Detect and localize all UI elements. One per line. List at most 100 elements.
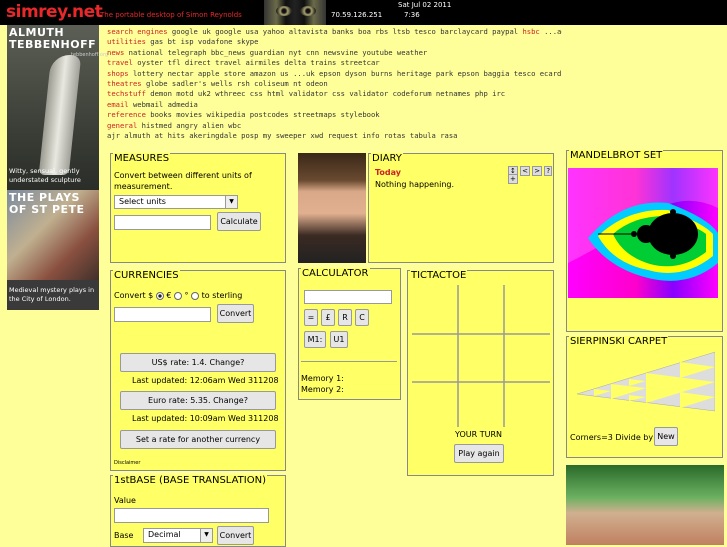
euro-rate-updated: Last updated: 10:09am Wed 311208 — [132, 414, 279, 423]
panel-title: MANDELBROT SET — [569, 150, 664, 161]
disclaimer-link[interactable]: Disclaimer — [114, 460, 140, 466]
link-items[interactable]: national telegraph bbc_news guardian nyt… — [129, 48, 428, 57]
convert-base-button[interactable]: Convert — [217, 526, 254, 545]
ip-address: 70.59.126.251 — [331, 11, 383, 19]
link-items[interactable]: demon motd uk2 wthreec css html validato… — [150, 89, 505, 98]
link-category[interactable]: news — [107, 48, 124, 57]
link-category[interactable]: travel — [107, 58, 133, 67]
link-category[interactable]: utilities — [107, 37, 146, 46]
links-row: travel oyster tfl direct travel airmiles… — [107, 58, 562, 68]
right-eye-icon — [300, 6, 316, 16]
tictactoe-board[interactable] — [412, 285, 550, 427]
euro-radio[interactable] — [174, 291, 182, 300]
ad-text: Witty, sensual, gently — [9, 167, 80, 175]
diary-next-button[interactable]: > — [532, 166, 543, 176]
base-translation-panel: 1stBASE (BASE TRANSLATION) Value Base De… — [110, 475, 286, 547]
calc-equals-button[interactable]: = — [304, 309, 318, 326]
mandelbrot-image[interactable] — [568, 168, 718, 298]
mystery-plays-ad[interactable]: THE PLAYS OF ST PETE Medieval mystery pl… — [7, 190, 99, 310]
links-row: email webmail admedia — [107, 100, 562, 110]
calc-r-button[interactable]: R — [338, 309, 352, 326]
euro-rate-button[interactable]: Euro rate: 5.35. Change? — [120, 391, 276, 410]
chevron-down-icon: ▼ — [225, 196, 237, 208]
base-select[interactable]: Decimal ▼ — [143, 528, 213, 543]
units-select[interactable]: Select units ▼ — [114, 195, 238, 209]
diary-prev-button[interactable]: < — [520, 166, 530, 176]
links-row: reference books movies wikipedia postcod… — [107, 110, 562, 120]
panel-title: SIERPINSKI CARPET — [569, 336, 669, 347]
calc-clear-button[interactable]: C — [355, 309, 369, 326]
links-row: techstuff demon motd uk2 wthreec css htm… — [107, 89, 562, 99]
link-items[interactable]: histmed angry alien wbc — [142, 121, 242, 130]
measures-panel: MEASURES Convert between different units… — [110, 153, 286, 263]
diary-message: Nothing happening. — [375, 180, 455, 189]
calculate-button[interactable]: Calculate — [217, 212, 261, 231]
measures-description: measurement. — [114, 182, 173, 191]
link-category[interactable]: theatres — [107, 79, 142, 88]
chevron-down-icon: ▼ — [200, 529, 212, 542]
sierpinski-new-button[interactable]: New — [654, 427, 678, 446]
diary-add-button[interactable]: + — [508, 174, 518, 184]
face-paint-photo — [566, 465, 724, 545]
link-category[interactable]: general — [107, 121, 137, 130]
link-items[interactable]: google uk google usa yahoo altavista ban… — [172, 27, 518, 36]
site-tagline: The portable desktop of Simon Reynolds — [100, 11, 242, 19]
calc-pound-button[interactable]: £ — [321, 309, 335, 326]
sierpinski-settings: Corners=3 Divide by 2 — [570, 433, 661, 442]
link-items[interactable]: ajr almuth at hits akeringdale posp my s… — [107, 131, 458, 140]
sierpinski-image[interactable] — [575, 349, 715, 424]
link-items[interactable]: globe sadler's wells rsh coliseum nt ode… — [146, 79, 328, 88]
currencies-panel: CURRENCIES Convert $ € ° to sterling Con… — [110, 270, 286, 471]
link-items[interactable]: ...ae ...uk — [544, 27, 562, 36]
diary-panel: DIARY Today Nothing happening. ↕ < > ? + — [368, 153, 554, 263]
links-row: search engines google uk google usa yaho… — [107, 27, 562, 37]
dollar-radio[interactable] — [155, 291, 164, 300]
ad-title: TEBBENHOFF — [9, 38, 97, 51]
ad-text: the City of London. — [9, 295, 71, 303]
panel-title: TICTACTOE — [410, 270, 468, 281]
panel-title: 1stBASE (BASE TRANSLATION) — [113, 475, 267, 486]
panel-title: DIARY — [371, 153, 403, 164]
us-rate-button[interactable]: US$ rate: 1.4. Change? — [120, 353, 276, 372]
diary-help-button[interactable]: ? — [544, 166, 553, 176]
links-list: search engines google uk google usa yaho… — [107, 27, 562, 141]
link-items[interactable]: webmail admedia — [133, 100, 198, 109]
link-category[interactable]: email — [107, 100, 129, 109]
link-category[interactable]: reference — [107, 110, 146, 119]
panel-title: CALCULATOR — [301, 268, 370, 279]
link-highlight[interactable]: hsbc — [522, 27, 539, 36]
convert-currency-button[interactable]: Convert — [217, 304, 254, 323]
play-again-button[interactable]: Play again — [454, 444, 504, 463]
link-items[interactable]: books movies wikipedia postcodes streetm… — [150, 110, 379, 119]
other-radio[interactable] — [191, 291, 200, 300]
left-eye-icon — [276, 6, 292, 16]
link-items[interactable]: oyster tfl direct travel airmiles delta … — [137, 58, 379, 67]
base-label: Base — [114, 531, 134, 540]
eyes-banner-image — [264, 0, 326, 25]
link-items[interactable]: lottery nectar apple store amazon us ...… — [133, 69, 562, 78]
currency-radio-group: Convert $ € ° to sterling — [114, 291, 242, 300]
panel-title: MEASURES — [113, 153, 171, 164]
site-logo[interactable]: simrey.net — [6, 2, 103, 22]
calc-u1-button[interactable]: U1 — [330, 331, 348, 348]
ad-text: Medieval mystery plays in — [9, 286, 95, 294]
links-row: general histmed angry alien wbc — [107, 121, 562, 131]
panel-title: CURRENCIES — [113, 270, 180, 281]
calc-m1-button[interactable]: M1: — [304, 331, 326, 348]
currency-amount-input[interactable] — [114, 307, 211, 322]
sculpture-image — [38, 55, 82, 175]
calculator-display[interactable] — [304, 290, 392, 304]
base-value-input[interactable] — [114, 508, 269, 523]
link-category[interactable]: search engines — [107, 27, 168, 36]
link-category[interactable]: techstuff — [107, 89, 146, 98]
measures-value-input[interactable] — [114, 215, 211, 230]
to-sterling-label: to sterling — [201, 291, 243, 300]
other-label: ° — [184, 291, 189, 300]
sierpinski-panel: SIERPINSKI CARPET Corners=3 Divide by 2 … — [566, 336, 723, 458]
link-category[interactable]: shops — [107, 69, 129, 78]
link-items[interactable]: gas bt isp vodafone skype — [150, 37, 258, 46]
set-rate-button[interactable]: Set a rate for another currency — [120, 430, 276, 449]
profile-photo — [298, 153, 366, 263]
ad-text: understated sculpture — [9, 176, 81, 184]
sculpture-ad[interactable]: ALMUTH TEBBENHOFF tebbenhoff.org Witty, … — [7, 25, 108, 190]
